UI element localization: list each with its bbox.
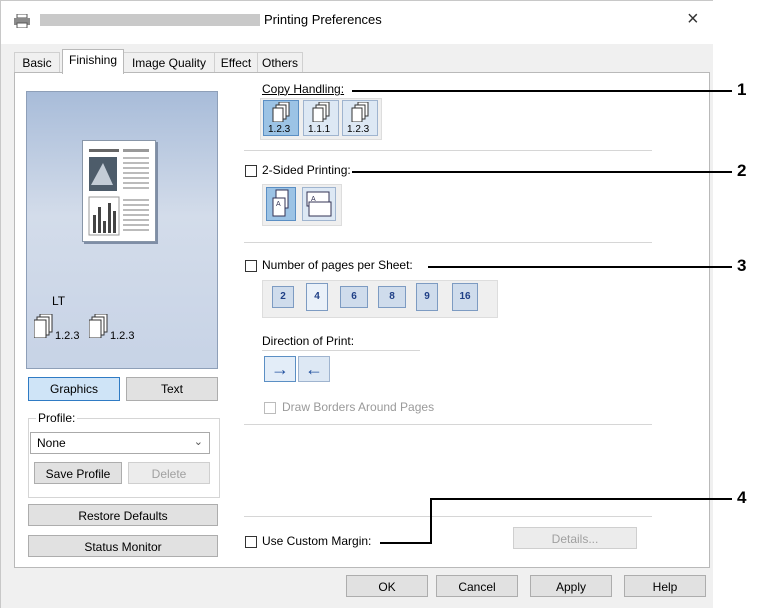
two-sided-long-edge-button[interactable]: A bbox=[266, 187, 296, 221]
pages-per-sheet-2-button[interactable]: 2 bbox=[272, 286, 294, 308]
separator bbox=[244, 516, 652, 517]
profile-select[interactable]: None ⌄ bbox=[30, 432, 210, 454]
pages-per-sheet-9-button[interactable]: 9 bbox=[416, 283, 438, 311]
tab-others[interactable]: Others bbox=[257, 52, 303, 73]
stack-icon bbox=[88, 313, 109, 339]
printer-name-redacted bbox=[40, 14, 260, 26]
callout-number: 3 bbox=[737, 256, 747, 275]
save-profile-button[interactable]: Save Profile bbox=[34, 462, 122, 484]
callout-line bbox=[352, 171, 732, 173]
direction-right-to-left-button[interactable]: ← bbox=[298, 356, 330, 382]
callout-number: 4 bbox=[737, 488, 747, 507]
draw-borders-checkbox[interactable] bbox=[264, 402, 276, 414]
copy-handling-option-label: 1.2.3 bbox=[268, 124, 291, 135]
chevron-down-icon: ⌄ bbox=[193, 436, 203, 448]
callout-number: 2 bbox=[737, 161, 747, 180]
ok-button[interactable]: OK bbox=[346, 575, 428, 597]
two-sided-label: 2-Sided Printing: bbox=[262, 163, 351, 177]
profile-label: Profile: bbox=[36, 411, 78, 425]
pages-per-sheet-16-button[interactable]: 16 bbox=[452, 283, 478, 311]
tab-effect[interactable]: Effect bbox=[214, 52, 258, 73]
copy-handling-option-label: 1.2.3 bbox=[347, 124, 370, 135]
status-monitor-button[interactable]: Status Monitor bbox=[28, 535, 218, 557]
svg-text:A: A bbox=[276, 201, 281, 208]
close-icon[interactable]: × bbox=[687, 8, 699, 31]
copy-handling-sort-button[interactable]: 1.2.3 bbox=[263, 100, 299, 136]
stack-icon bbox=[33, 313, 54, 339]
custom-margin-label: Use Custom Margin: bbox=[262, 534, 372, 548]
copy-handling-group-button[interactable]: 1.1.1 bbox=[303, 100, 339, 136]
text-button[interactable]: Text bbox=[126, 377, 218, 401]
window-title: Printing Preferences bbox=[264, 12, 382, 27]
two-sided-checkbox[interactable] bbox=[245, 165, 257, 177]
graphics-button[interactable]: Graphics bbox=[28, 377, 120, 401]
callout-line bbox=[430, 498, 432, 544]
copy-handling-label: Copy Handling: bbox=[262, 82, 345, 96]
custom-margin-checkbox[interactable] bbox=[245, 536, 257, 548]
cancel-button[interactable]: Cancel bbox=[436, 575, 518, 597]
callout-line bbox=[428, 266, 732, 268]
callout-number: 1 bbox=[737, 80, 747, 99]
separator bbox=[262, 350, 420, 351]
draw-borders-label: Draw Borders Around Pages bbox=[282, 400, 435, 414]
delete-profile-button[interactable]: Delete bbox=[128, 462, 210, 484]
callout-line bbox=[430, 498, 732, 500]
separator bbox=[244, 150, 652, 151]
direction-of-print-label: Direction of Print: bbox=[262, 334, 355, 348]
details-button[interactable]: Details... bbox=[513, 527, 637, 549]
paper-size-label: LT bbox=[52, 294, 66, 308]
pages-per-sheet-4-button[interactable]: 4 bbox=[306, 283, 328, 311]
copy-handling-option-label: 1.1.1 bbox=[308, 124, 331, 135]
restore-defaults-button[interactable]: Restore Defaults bbox=[28, 504, 218, 526]
profile-select-value: None bbox=[37, 436, 66, 450]
profile-group bbox=[28, 418, 220, 498]
pages-per-sheet-checkbox[interactable] bbox=[245, 260, 257, 272]
tab-basic[interactable]: Basic bbox=[14, 52, 60, 73]
callout-line bbox=[352, 90, 732, 92]
two-sided-short-edge-button[interactable]: A bbox=[302, 187, 336, 221]
help-button[interactable]: Help bbox=[624, 575, 706, 597]
order-label: 1.2.3 bbox=[110, 330, 135, 342]
pages-per-sheet-label: Number of pages per Sheet: bbox=[262, 258, 413, 272]
page-thumbnail bbox=[82, 140, 156, 242]
separator bbox=[244, 242, 652, 243]
svg-text:A: A bbox=[311, 196, 316, 203]
copy-handling-rotate-button[interactable]: 1.2.3 bbox=[342, 100, 378, 136]
callout-line bbox=[380, 542, 432, 544]
pages-per-sheet-6-button[interactable]: 6 bbox=[340, 286, 368, 308]
tab-image-quality[interactable]: Image Quality bbox=[123, 52, 215, 73]
pages-per-sheet-8-button[interactable]: 8 bbox=[378, 286, 406, 308]
apply-button[interactable]: Apply bbox=[530, 575, 612, 597]
tab-finishing[interactable]: Finishing bbox=[62, 49, 124, 74]
order-label: 1.2.3 bbox=[55, 330, 80, 342]
printer-icon bbox=[14, 13, 30, 29]
direction-left-to-right-button[interactable]: → bbox=[264, 356, 296, 382]
separator bbox=[244, 424, 652, 425]
